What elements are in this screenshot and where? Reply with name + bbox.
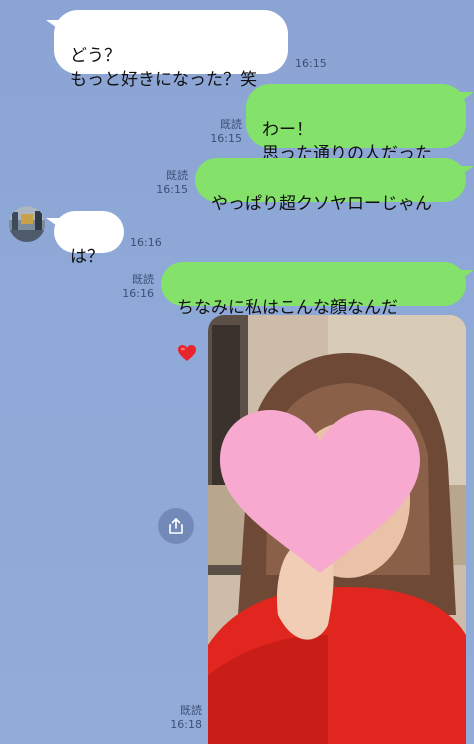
message-time: 16:18 [170,718,202,731]
photo-message[interactable] [208,315,466,744]
bubble-tail [460,92,474,102]
message-read-status: 既読 [132,273,154,286]
bubble-tail [46,218,60,228]
message-time: 16:16 [130,236,162,249]
bubble-tail [460,166,474,176]
avatar[interactable] [9,206,45,242]
message-read-status: 既読 [220,118,242,131]
avatar-image [9,206,45,242]
outgoing-message-bubble[interactable]: わー！ 思った通りの人だった [246,84,466,164]
message-read-status: 既読 [166,169,188,182]
message-read-status: 既読 [180,704,202,717]
message-time: 16:15 [295,57,327,70]
incoming-message-bubble[interactable]: どう？ もっと好きになった？笑 [54,10,288,90]
share-icon [169,518,183,534]
message-time: 16:15 [156,183,188,196]
message-text: は？ [70,247,104,267]
message-text: やっぱり超クソヤローじゃん [211,194,432,214]
incoming-message-bubble[interactable]: は？ [54,211,124,267]
message-time: 16:16 [122,287,154,300]
bubble-tail [460,270,474,280]
message-time: 16:15 [210,132,242,145]
message-text: どう？ もっと好きになった？笑 [70,46,257,90]
chat-screen[interactable]: どう？ もっと好きになった？笑 16:15 わー！ 思った通りの人だった 既読 … [0,0,474,744]
heart-emoji-icon [177,320,197,369]
outgoing-message-bubble[interactable]: ちなみに私はこんな顔なんだ [161,262,466,361]
bubble-tail [46,20,60,30]
photo-image [208,315,466,744]
outgoing-message-bubble[interactable]: やっぱり超クソヤローじゃん [195,158,466,214]
share-button[interactable] [158,508,194,544]
